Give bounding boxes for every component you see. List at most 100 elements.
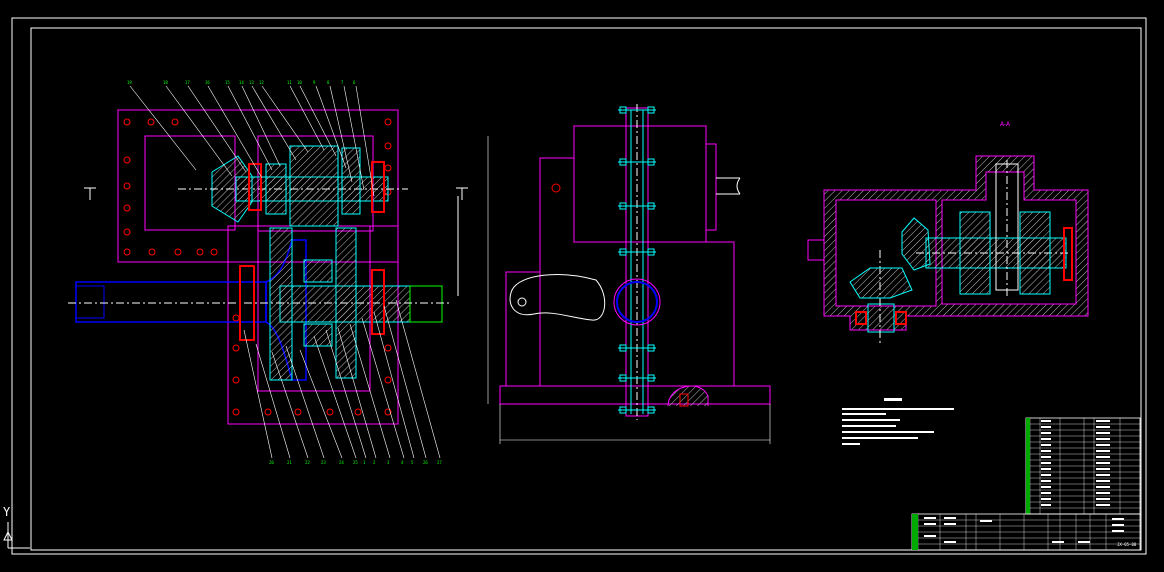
parts-cell-text bbox=[1096, 468, 1110, 470]
section-aa-view[interactable]: A-A bbox=[807, 121, 1089, 346]
technical-requirements bbox=[842, 398, 954, 445]
upper-bearing-right bbox=[341, 147, 361, 215]
side-view[interactable] bbox=[487, 104, 771, 444]
parts-cell-text bbox=[1096, 462, 1110, 464]
aa-gear-right bbox=[1019, 211, 1051, 295]
parts-cell-text bbox=[1096, 498, 1110, 500]
tech-req-line bbox=[842, 408, 954, 410]
bolt-hole bbox=[326, 408, 334, 416]
tech-req-line bbox=[842, 443, 860, 445]
title-cell-text bbox=[1112, 530, 1124, 532]
title-cell-text bbox=[980, 520, 992, 522]
output-shaft-end bbox=[75, 285, 105, 319]
leader-line bbox=[373, 311, 415, 459]
part-number-balloon: 14 bbox=[239, 80, 244, 85]
parts-index-column bbox=[1026, 418, 1030, 514]
bolt-hole bbox=[171, 118, 179, 126]
output-shaft-right-end bbox=[409, 285, 443, 323]
parts-cell-text bbox=[1041, 468, 1051, 470]
bolt-hole bbox=[123, 118, 131, 126]
cad-drawing: 19 18 17 16 15 14 13 12 11 10 9 8 7 6 20 21 22 23 24 25 1 2 3… bbox=[3, 17, 1147, 555]
parts-cell-text bbox=[1096, 420, 1110, 422]
title-cell-text bbox=[1112, 524, 1124, 526]
title-cell-text bbox=[944, 523, 956, 525]
bolt-hole bbox=[123, 182, 131, 190]
part-number-balloon: 12 bbox=[259, 80, 264, 85]
part-number-balloon: 8 bbox=[327, 80, 330, 85]
bolt-hole bbox=[196, 248, 204, 256]
part-number-balloon: 10 bbox=[297, 80, 302, 85]
part-number-balloon: 9 bbox=[313, 80, 316, 85]
bolt-hole bbox=[148, 248, 156, 256]
part-number-balloon: 26 bbox=[423, 460, 428, 465]
bolt-hole bbox=[384, 376, 392, 384]
bolt-hole bbox=[147, 118, 155, 126]
title-cell-text bbox=[1052, 541, 1064, 543]
part-number-balloon: 16 bbox=[205, 80, 210, 85]
lower-left-gear bbox=[269, 227, 293, 381]
title-cell-text bbox=[924, 523, 936, 525]
leader-line bbox=[251, 85, 297, 161]
parts-cell-text bbox=[1041, 474, 1051, 476]
parts-cell-text bbox=[1041, 492, 1051, 494]
upper-bearing-left bbox=[265, 163, 287, 215]
part-number-balloon: 1 bbox=[363, 460, 366, 465]
bolt-hole bbox=[232, 408, 240, 416]
part-number-balloon: 27 bbox=[437, 460, 442, 465]
title-cell-text bbox=[1078, 541, 1090, 543]
part-number-balloon: 21 bbox=[287, 460, 292, 465]
part-number-balloon: 13 bbox=[249, 80, 254, 85]
parts-cell-text bbox=[1041, 498, 1051, 500]
part-number-balloon: 6 bbox=[353, 80, 356, 85]
title-cell-text bbox=[924, 535, 936, 537]
leader-line bbox=[395, 299, 441, 459]
part-number-balloon: 4 bbox=[401, 460, 404, 465]
cad-drawing-canvas[interactable]: 19 18 17 16 15 14 13 12 11 10 9 8 7 6 20 21 22 23 24 25 1 2 3… bbox=[0, 0, 1164, 568]
title-cell-text bbox=[944, 517, 956, 519]
part-number-balloon: 15 bbox=[225, 80, 230, 85]
part-number-balloon: 17 bbox=[185, 80, 190, 85]
bolt-hole bbox=[123, 248, 131, 256]
lower-bearing-top bbox=[303, 259, 333, 283]
bolt-hole bbox=[384, 142, 392, 150]
aa-side-lug bbox=[807, 239, 825, 261]
bolt-hole bbox=[123, 204, 131, 212]
title-block[interactable]: JX-05-00 bbox=[911, 417, 1141, 551]
bolt-hole bbox=[264, 408, 272, 416]
bolt-hole bbox=[232, 314, 240, 322]
part-number-balloon: 22 bbox=[305, 460, 310, 465]
parts-cell-text bbox=[1041, 456, 1051, 458]
bolt-hole bbox=[294, 408, 302, 416]
parts-cell-text bbox=[1041, 420, 1051, 422]
parts-cell-text bbox=[1096, 450, 1110, 452]
leader-line bbox=[187, 85, 247, 173]
side-base-plate bbox=[499, 385, 771, 405]
parts-cell-text bbox=[1041, 426, 1051, 428]
part-number-balloon: 2 bbox=[373, 460, 376, 465]
side-arm-bracket bbox=[505, 271, 541, 387]
section-mark-left bbox=[84, 187, 96, 200]
upper-spur-gear bbox=[289, 145, 339, 227]
parts-cell-text bbox=[1096, 504, 1110, 506]
title-cell-text bbox=[944, 541, 956, 543]
cam-pivot bbox=[517, 297, 527, 307]
bolt-hole bbox=[123, 228, 131, 236]
title-cell-text bbox=[1112, 518, 1124, 520]
bolt-hole bbox=[210, 248, 218, 256]
part-number-balloon: 18 bbox=[163, 80, 168, 85]
bolt-hole bbox=[232, 344, 240, 352]
tech-req-title bbox=[884, 398, 902, 401]
bolt-hole bbox=[123, 156, 131, 164]
title-index-column bbox=[912, 514, 918, 550]
ucs-axis-icon bbox=[3, 522, 30, 549]
part-number-balloon: 23 bbox=[321, 460, 326, 465]
front-section-view[interactable]: 19 18 17 16 15 14 13 12 11 10 9 8 7 6 20 21 22 23 24 25 1 2 3… bbox=[68, 80, 468, 465]
bolt-hole bbox=[354, 408, 362, 416]
parts-cell-text bbox=[1096, 492, 1110, 494]
bolt-hole bbox=[384, 344, 392, 352]
tech-req-line bbox=[842, 419, 900, 421]
parts-cell-text bbox=[1096, 486, 1110, 488]
leader-line bbox=[129, 85, 197, 171]
parts-cell-text bbox=[1041, 438, 1051, 440]
side-shaft-stub bbox=[705, 143, 717, 231]
